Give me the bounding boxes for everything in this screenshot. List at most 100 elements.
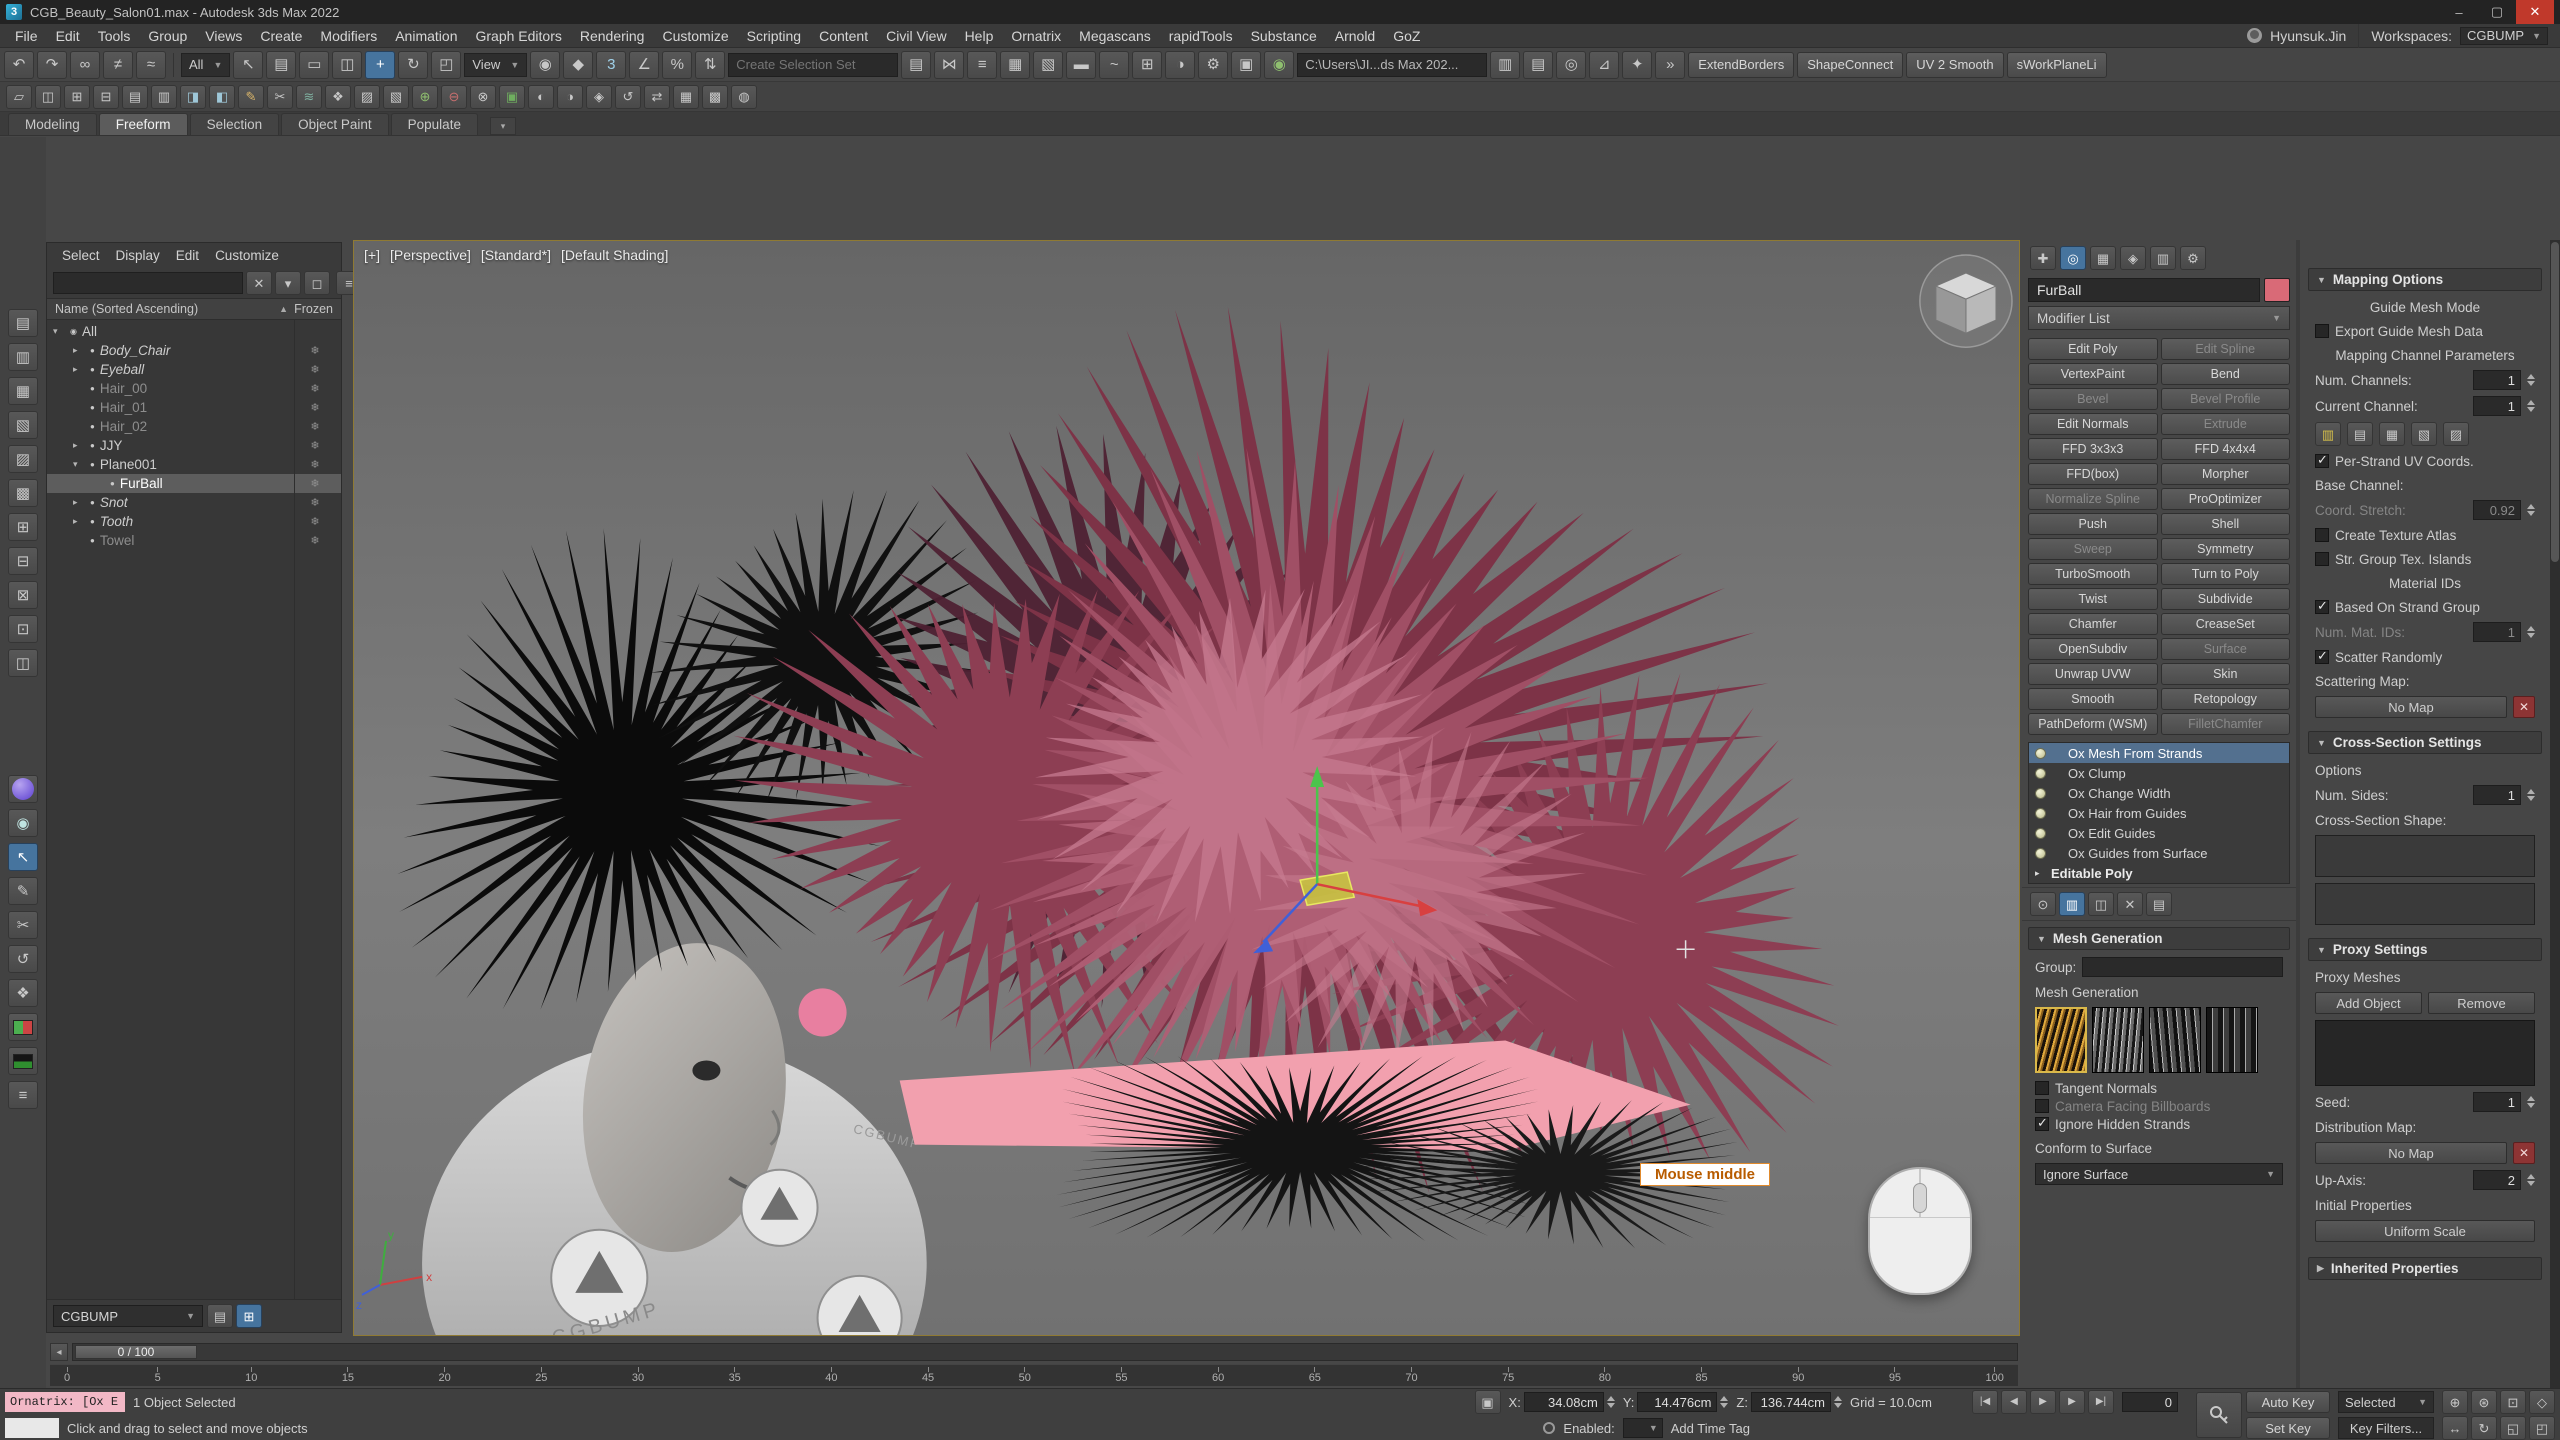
menu-item[interactable]: Rendering (571, 28, 654, 44)
menu-item[interactable]: Scripting (738, 28, 810, 44)
menu-item[interactable]: Help (956, 28, 1003, 44)
bind-to-space-warp-icon[interactable]: ≈ (136, 51, 166, 79)
viewcube[interactable] (1920, 255, 2012, 347)
ribbon-tab[interactable]: Freeform (99, 113, 188, 135)
undo-icon[interactable]: ↶ (4, 51, 34, 79)
modifier-preset-button[interactable]: Retopology (2161, 688, 2291, 710)
modifier-preset-button[interactable]: Unwrap UVW (2028, 663, 2158, 685)
explorer-row[interactable]: ● FurBall ❄ (47, 474, 341, 493)
render-production-icon[interactable]: ◉ (1264, 51, 1294, 79)
time-slider-handle[interactable]: 0 / 100 (75, 1345, 197, 1359)
custom-tool-icon-09[interactable]: ✎ (238, 85, 264, 109)
custom-tool-icon-21[interactable]: ◈ (586, 85, 612, 109)
custom-tool-icon-22[interactable]: ↺ (615, 85, 641, 109)
modifier-stack-row[interactable]: Ox Clump (2029, 763, 2289, 783)
minimize-button[interactable]: – (2440, 0, 2478, 24)
workspace-select[interactable]: CGBUMP ▼ (2460, 27, 2548, 45)
panel-scrollbar[interactable] (2550, 240, 2560, 1388)
extras-icon[interactable]: ✦ (1622, 51, 1652, 79)
modifier-preset-button[interactable]: Skin (2161, 663, 2291, 685)
conform-surface-select[interactable]: Ignore Surface ▼ (2035, 1163, 2283, 1185)
checkbox-row[interactable]: Tangent Normals (2030, 1079, 2288, 1097)
custom-tool-icon-11[interactable]: ≋ (296, 85, 322, 109)
menu-item[interactable]: Group (139, 28, 196, 44)
frozen-toggle-icon[interactable]: ❄ (295, 477, 335, 490)
viewport-label-menu[interactable]: [Standard*] (481, 247, 551, 263)
modifier-preset-button[interactable]: ProOptimizer (2161, 488, 2291, 510)
dock-tool-icon-07[interactable]: ⊞ (8, 513, 38, 541)
redo-icon[interactable]: ↷ (37, 51, 67, 79)
dock-tool-icon-08[interactable]: ⊟ (8, 547, 38, 575)
checkbox-row[interactable]: Ignore Hidden Strands (2030, 1115, 2288, 1133)
selection-set-list-icon[interactable]: ▤ (207, 1304, 233, 1328)
explorer-row[interactable]: ● Hair_02 ❄ (47, 417, 341, 436)
dock-tool-icon-02[interactable]: ▥ (8, 343, 38, 371)
reference-coordinate-select[interactable]: View ▼ (464, 53, 527, 77)
per-strand-uv-checkbox[interactable] (2315, 454, 2329, 468)
current-channel-field[interactable]: 1 (2473, 396, 2521, 416)
add-object-button[interactable]: Add Object (2315, 992, 2422, 1014)
align-icon[interactable]: ≡ (967, 51, 997, 79)
undo-brush-icon[interactable]: ↺ (8, 945, 38, 973)
x-spinner[interactable] (1607, 1396, 1615, 1408)
modifier-preset-button[interactable]: Twist (2028, 588, 2158, 610)
modifier-enable-bulb-icon[interactable] (2035, 748, 2046, 759)
object-name-field[interactable] (2028, 278, 2260, 302)
custom-tool-icon-02[interactable]: ◫ (35, 85, 61, 109)
frozen-toggle-icon[interactable]: ❄ (295, 515, 335, 528)
remove-modifier-icon[interactable]: ✕ (2117, 892, 2143, 916)
group-islands-checkbox[interactable] (2315, 552, 2329, 566)
percent-snap-icon[interactable]: % (662, 51, 692, 79)
uniform-scale-button[interactable]: Uniform Scale (2315, 1220, 2535, 1242)
scrollbar-thumb[interactable] (2551, 242, 2559, 562)
custom-toolbar-button[interactable]: ShapeConnect (1797, 52, 1903, 78)
go-to-start-button[interactable]: |◀ (1972, 1390, 1998, 1414)
export-guide-checkbox[interactable] (2315, 324, 2329, 338)
enabled-indicator-icon[interactable] (1543, 1422, 1555, 1434)
make-unique-icon[interactable]: ◫ (2088, 892, 2114, 916)
rendered-frame-icon[interactable]: ▣ (1231, 51, 1261, 79)
angle-snap-icon[interactable]: ∠ (629, 51, 659, 79)
viewport-label-menu[interactable]: [Perspective] (390, 247, 471, 263)
modifier-preset-button[interactable]: CreaseSet (2161, 613, 2291, 635)
custom-toolbar-button[interactable]: sWorkPlaneLi (2007, 52, 2107, 78)
stack-expander-icon[interactable]: ▸ (2035, 868, 2045, 879)
based-on-group-checkbox[interactable] (2315, 600, 2329, 614)
play-button[interactable]: ▶ (2030, 1390, 2056, 1414)
explorer-footer-select[interactable]: CGBUMP ▼ (53, 1305, 203, 1327)
maximize-viewport-icon[interactable]: ◰ (2529, 1416, 2555, 1440)
snaps-toggle-icon[interactable]: 3 (596, 51, 626, 79)
z-coord-field[interactable]: 136.744cm (1751, 1392, 1831, 1412)
ribbon-tab[interactable]: Modeling (8, 113, 97, 135)
orbit-icon[interactable]: ↻ (2471, 1416, 2497, 1440)
scene-script-icon[interactable]: ▤ (1523, 51, 1553, 79)
region-zoom-icon[interactable]: ◱ (2500, 1416, 2526, 1440)
zoom-extents-icon[interactable]: ⊡ (2500, 1390, 2526, 1414)
toggle-ribbon-icon[interactable]: ▬ (1066, 51, 1096, 79)
curve-editor-icon[interactable]: ~ (1099, 51, 1129, 79)
rollout-header[interactable]: ▼ Cross-Section Settings (2308, 731, 2542, 754)
menu-item[interactable]: Edit (47, 28, 89, 44)
modifier-stack-row[interactable]: Ox Change Width (2029, 783, 2289, 803)
window-crossing-icon[interactable]: ◫ (332, 51, 362, 79)
dock-tool-icon-04[interactable]: ▧ (8, 411, 38, 439)
dock-tool-icon-09[interactable]: ⊠ (8, 581, 38, 609)
schematic-view-icon[interactable]: ⊞ (1132, 51, 1162, 79)
ribbon-tab[interactable]: Populate (391, 113, 478, 135)
field-of-view-icon[interactable]: ◇ (2529, 1390, 2555, 1414)
custom-tool-icon-17[interactable]: ⊗ (470, 85, 496, 109)
dock-tool-icon-01[interactable]: ▤ (8, 309, 38, 337)
custom-tool-icon-25[interactable]: ▩ (702, 85, 728, 109)
track-bar-ruler[interactable]: 0510152025303540455055606570758085909510… (50, 1364, 2018, 1386)
viewport-label-menu[interactable]: [+] (364, 247, 380, 263)
modifier-preset-button[interactable]: Sweep (2028, 538, 2158, 560)
modifier-preset-button[interactable]: Edit Normals (2028, 413, 2158, 435)
channel-edit-icon[interactable]: ▥ (2315, 422, 2341, 446)
explorer-menu-item[interactable]: Display (109, 247, 167, 264)
add-time-tag-button[interactable]: Add Time Tag (1671, 1421, 1750, 1436)
modify-tab-icon[interactable]: ◎ (2060, 246, 2086, 270)
frozen-column-header[interactable]: Frozen (294, 302, 333, 316)
material-editor-icon[interactable]: ◑ (1165, 51, 1195, 79)
current-channel-spinner[interactable] (2527, 400, 2535, 412)
create-selection-set-combo[interactable] (728, 53, 898, 77)
